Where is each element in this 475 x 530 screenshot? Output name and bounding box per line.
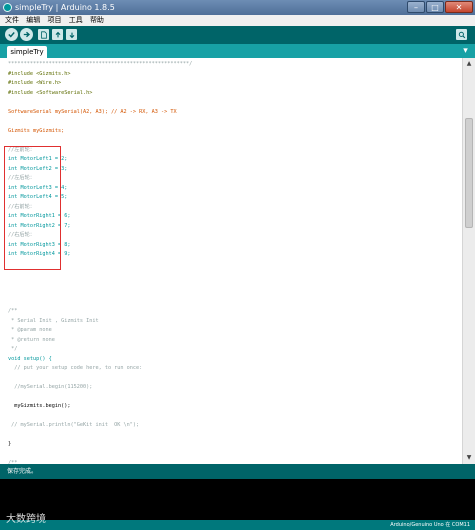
code-line: * @param none <box>8 327 52 333</box>
code-line: // mySerial.println("GeKit init OK \n"); <box>8 422 140 428</box>
code-line: SoftwareSerial mySerial(A2, A3); // A2 -… <box>8 108 177 115</box>
status-bar: 保存完成。 <box>0 464 475 479</box>
motor-pins-highlight <box>4 146 61 270</box>
save-icon <box>69 32 74 38</box>
upload-button[interactable] <box>20 28 33 41</box>
footer-bar: Arduino/Genuino Uno 在 COM11 <box>0 520 475 530</box>
open-button[interactable] <box>52 29 63 40</box>
watermark-text: 大数跨境 <box>6 514 46 525</box>
toolbar <box>0 26 475 44</box>
tab-menu-icon[interactable]: ▾ <box>460 46 471 56</box>
menu-help[interactable]: 帮助 <box>90 15 104 26</box>
code-line: /** <box>8 308 18 314</box>
maximize-button[interactable]: □ <box>426 1 444 13</box>
code-line: // put your setup code here, to run once… <box>8 365 143 371</box>
upload-icon <box>23 31 31 38</box>
code-line: Gizmits myGizmits; <box>8 127 65 134</box>
code-line: */ <box>8 346 18 352</box>
board-port-label: Arduino/Genuino Uno 在 COM11 <box>390 522 470 528</box>
verify-button[interactable] <box>5 28 18 41</box>
scroll-down-icon[interactable]: ▼ <box>465 454 473 462</box>
menu-tools[interactable]: 工具 <box>69 15 83 26</box>
console-output[interactable] <box>0 479 475 520</box>
arduino-app-icon <box>3 3 12 12</box>
code-line: void setup() { <box>8 355 52 362</box>
code-line: } <box>8 441 12 447</box>
code-line: * Serial Init , Gizmits Init <box>8 317 99 324</box>
code-line: #include <Gizmits.h> <box>8 70 71 77</box>
status-message: 保存完成。 <box>7 468 38 475</box>
code-line: ****************************************… <box>8 61 193 67</box>
tab-simpletry[interactable]: simpleTry <box>7 46 47 58</box>
minimize-button[interactable]: – <box>407 1 425 13</box>
serial-monitor-button[interactable] <box>456 29 467 40</box>
code-line: #include <SoftwareSerial.h> <box>8 89 93 96</box>
open-icon <box>55 31 60 37</box>
title-bar: simpleTry | Arduino 1.8.5 – □ ✕ <box>0 0 475 15</box>
window-controls: – □ ✕ <box>407 1 473 14</box>
code-line: //mySerial.begin(115200); <box>8 384 93 390</box>
close-button[interactable]: ✕ <box>445 1 473 13</box>
save-button[interactable] <box>66 29 77 40</box>
verify-icon <box>8 32 15 38</box>
scroll-up-icon[interactable]: ▲ <box>465 60 473 68</box>
menu-bar: 文件 编辑 项目 工具 帮助 <box>0 15 475 26</box>
menu-sketch[interactable]: 项目 <box>47 15 61 26</box>
editor-scrollbar[interactable]: ▲ ▼ <box>462 58 475 464</box>
code-line: * @return none <box>8 336 55 343</box>
code-editor[interactable]: ****************************************… <box>0 58 462 464</box>
scrollbar-thumb[interactable] <box>465 118 473 228</box>
serial-monitor-icon <box>458 31 465 38</box>
tab-bar: simpleTry ▾ <box>0 44 475 58</box>
code-line: myGizmits.begin(); <box>8 403 71 409</box>
menu-file[interactable]: 文件 <box>5 15 19 26</box>
new-icon <box>40 30 47 39</box>
menu-edit[interactable]: 编辑 <box>26 15 40 26</box>
new-button[interactable] <box>38 29 49 40</box>
window-title: simpleTry | Arduino 1.8.5 <box>15 3 115 12</box>
code-line: #include <Wire.h> <box>8 80 62 86</box>
